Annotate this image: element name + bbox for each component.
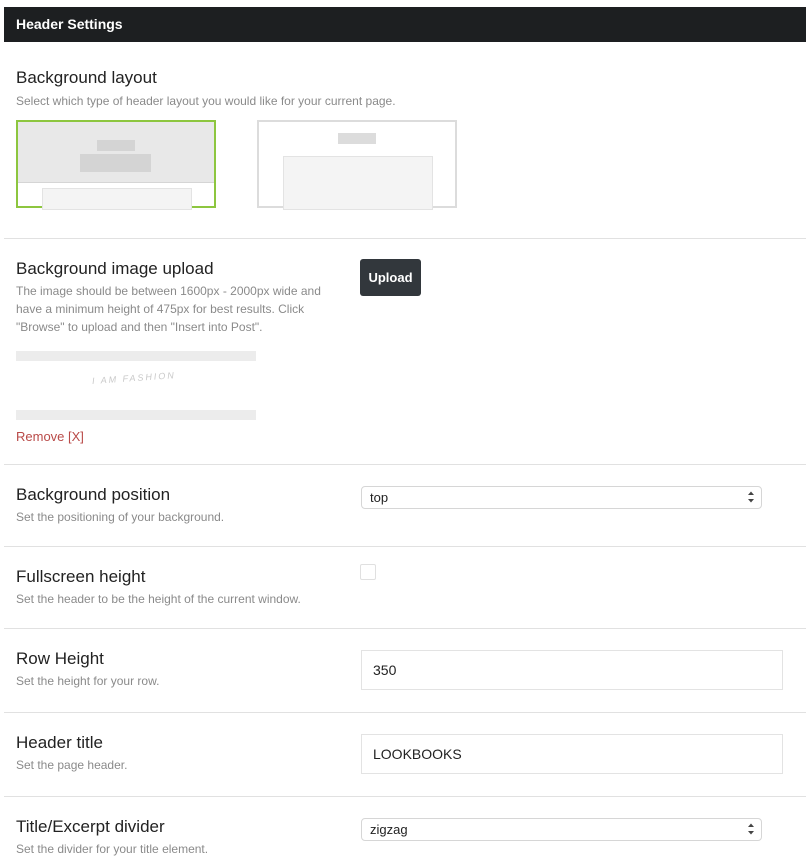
layout-option-fullwidth[interactable] [16,120,216,210]
section-fullscreen-height: Fullscreen height Set the header to be t… [4,547,806,629]
panel-title: Header Settings [16,16,123,32]
section-title-divider: Title/Excerpt divider Set the divider fo… [4,797,806,859]
select-arrows-icon [748,491,754,503]
background-position-select[interactable]: top [361,486,762,509]
background-image-description: The image should be between 1600px - 200… [16,284,321,334]
section-background-layout: Background layout Select which type of h… [4,42,806,239]
header-title-title: Header title [16,733,103,752]
image-preview-bottom-bar [16,410,256,420]
upload-button[interactable]: Upload [360,259,421,296]
header-title-description: Set the page header. [16,758,128,772]
section-background-position: Background position Set the positioning … [4,465,806,547]
background-image-title: Background image upload [16,259,214,278]
row-height-title: Row Height [16,649,104,668]
row-height-input[interactable]: 350 [361,650,783,690]
row-height-description: Set the height for your row. [16,674,160,688]
layout-preview-band [18,122,214,183]
background-layout-title: Background layout [16,68,157,87]
layout-option-boxed[interactable] [257,120,457,210]
section-row-height: Row Height Set the height for your row. … [4,629,806,713]
panel-header: Header Settings [4,7,806,42]
background-layout-description: Select which type of header layout you w… [16,94,396,108]
layout-preview-logo [338,133,376,144]
header-title-input[interactable]: LOOKBOOKS [361,734,783,774]
fullscreen-height-checkbox[interactable] [360,564,376,580]
remove-image-link[interactable]: Remove [X] [16,429,84,444]
title-divider-description: Set the divider for your title element. [16,842,209,856]
image-preview-text: I AM FASHION [91,370,177,386]
layout-preview-content [42,188,192,210]
fullscreen-height-title: Fullscreen height [16,567,146,586]
image-preview-top-bar [16,351,256,361]
background-position-description: Set the positioning of your background. [16,510,225,524]
background-position-value: top [370,490,389,505]
background-position-title: Background position [16,485,171,504]
section-header-title: Header title Set the page header. LOOKBO… [4,713,806,797]
title-divider-value: zigzag [370,822,408,837]
layout-preview-title [80,154,151,172]
section-background-image: Background image upload The image should… [4,239,806,465]
select-arrows-icon [748,823,754,835]
fullscreen-height-description: Set the header to be the height of the c… [16,592,301,606]
title-divider-title: Title/Excerpt divider [16,817,165,836]
layout-preview-box [283,156,433,210]
layout-preview-logo [97,140,135,151]
title-divider-select[interactable]: zigzag [361,818,762,841]
